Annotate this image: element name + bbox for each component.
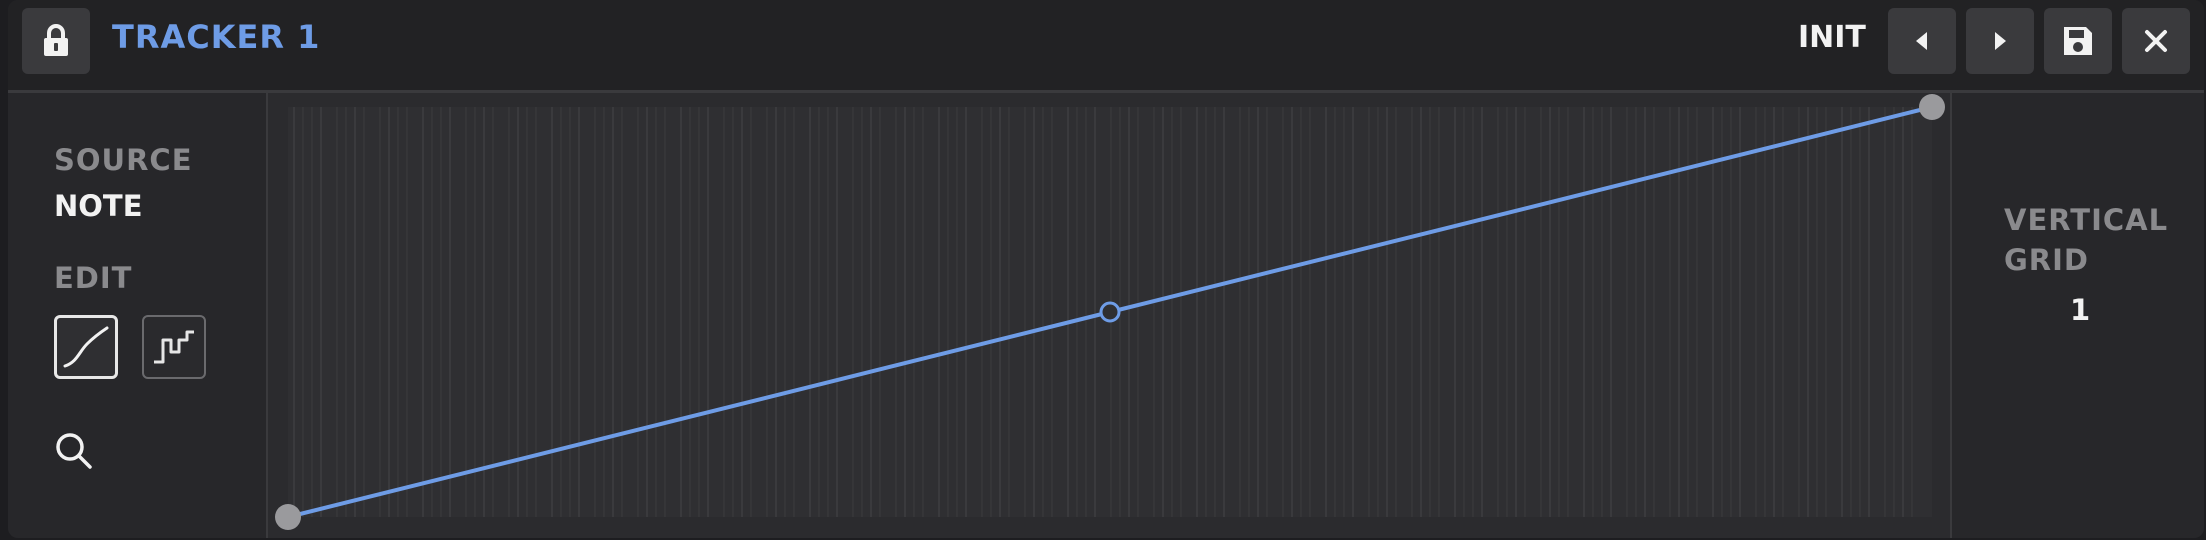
tracker-title: TRACKER 1 <box>112 18 321 56</box>
smooth-edit-button[interactable] <box>54 315 118 379</box>
close-icon <box>2145 30 2167 52</box>
next-preset-button[interactable] <box>1966 8 2034 74</box>
save-button[interactable] <box>2044 8 2112 74</box>
right-panel: VERTICAL GRID 1 <box>1950 93 2204 538</box>
vertical-grid-label-line2: GRID <box>2004 243 2089 277</box>
preset-name[interactable]: INIT <box>1798 20 1866 55</box>
chevron-left-icon <box>1916 32 1927 50</box>
graph-canvas[interactable] <box>268 93 1950 538</box>
curve-end-point[interactable] <box>1919 94 1945 120</box>
chevron-right-icon <box>1995 32 2006 50</box>
vertical-grid-value[interactable]: 1 <box>2070 293 2090 327</box>
search-icon <box>56 433 92 469</box>
sidebar: SOURCE NOTE EDIT <box>8 93 268 538</box>
close-button[interactable] <box>2122 8 2190 74</box>
step-edit-button[interactable] <box>142 315 206 379</box>
save-icon <box>2064 27 2092 55</box>
header-bar: TRACKER 1 INIT <box>8 0 2204 93</box>
vertical-grid-label-line1: VERTICAL <box>2004 203 2169 237</box>
lock-icon <box>44 24 68 56</box>
search-button[interactable] <box>52 429 96 473</box>
curve-midpoint-handle[interactable] <box>1099 301 1121 323</box>
prev-preset-button[interactable] <box>1888 8 1956 74</box>
source-value[interactable]: NOTE <box>54 189 143 223</box>
source-label: SOURCE <box>54 143 193 177</box>
lock-button[interactable] <box>22 8 90 74</box>
step-curve-icon <box>154 330 194 364</box>
edit-label: EDIT <box>54 261 133 295</box>
tracker-graph[interactable] <box>268 93 1950 538</box>
curve-start-point[interactable] <box>275 504 301 530</box>
tracker-panel: TRACKER 1 INIT SOURCE NOTE EDIT VERTICAL… <box>8 0 2204 538</box>
smooth-curve-icon <box>63 326 109 368</box>
